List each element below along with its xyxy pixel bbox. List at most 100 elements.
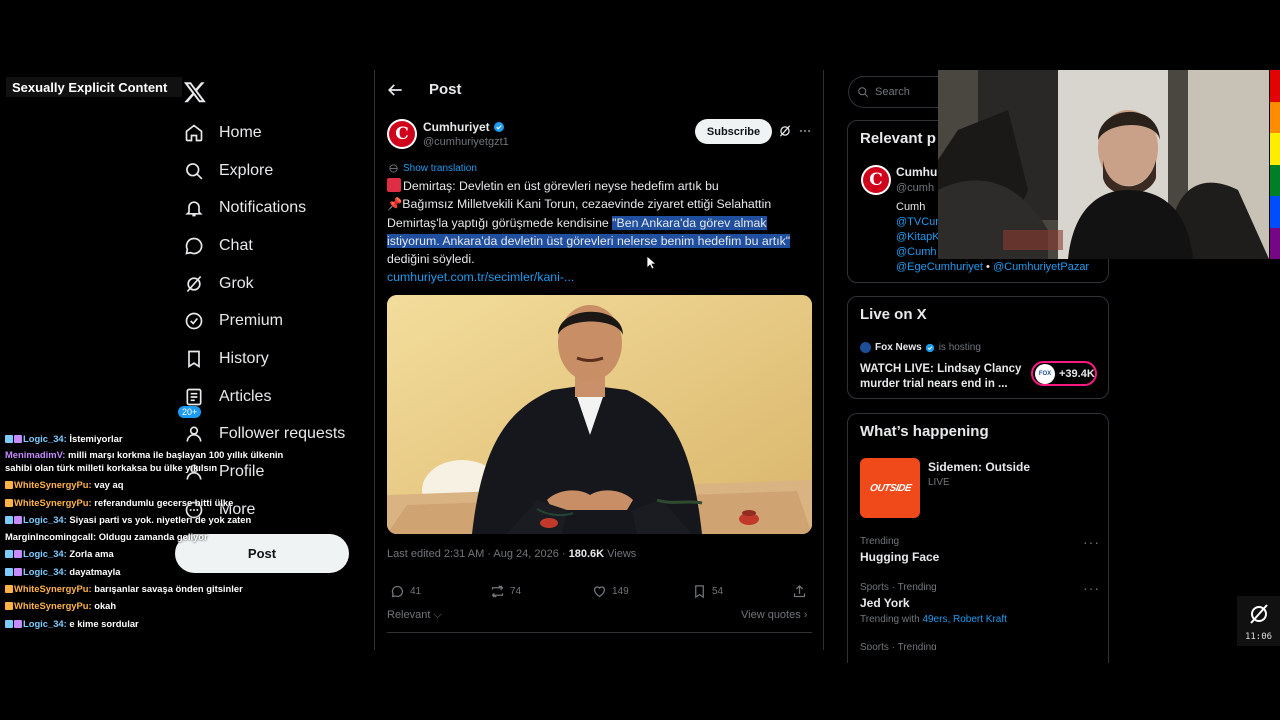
like-count: 149 xyxy=(612,586,629,597)
page-title: Post xyxy=(429,81,462,98)
tweet-photo[interactable] xyxy=(387,295,812,534)
back-arrow-icon[interactable] xyxy=(385,80,405,100)
trend-name[interactable]: Jed York xyxy=(860,596,910,610)
tweet-link[interactable]: cumhuriyet.com.tr/secimler/kani-... xyxy=(387,270,574,284)
repost-button[interactable]: 74 xyxy=(490,584,521,599)
live-count: +39.4K xyxy=(1059,367,1095,380)
content-warning-label: Sexually Explicit Content xyxy=(6,77,182,97)
chat-icon xyxy=(185,237,203,255)
reply-sort-label: Relevant xyxy=(387,609,431,621)
follower-requests-badge: 20+ xyxy=(178,405,202,418)
chat-message: Logic_34: Siyasi parti vs yok. niyetleri… xyxy=(5,511,290,528)
live-host-row[interactable]: Fox News is hosting xyxy=(860,342,981,353)
bookmark-button[interactable]: 54 xyxy=(692,584,723,599)
chat-message: WhiteSynergyPu: barışanlar savaşa önden … xyxy=(5,580,290,597)
search-input[interactable]: Search xyxy=(848,76,942,108)
badge-icon xyxy=(5,515,13,524)
chat-text: dayatmayla xyxy=(69,565,121,577)
like-button[interactable]: 149 xyxy=(592,584,629,599)
photo-illustration xyxy=(387,295,812,534)
tweet-line-1: Demirtaş: Devletin en üst görevleri neys… xyxy=(403,179,719,193)
show-translation-link[interactable]: Show translation xyxy=(388,163,477,174)
fox-news-icon: FOX xyxy=(1035,363,1055,384)
column-divider xyxy=(823,70,824,650)
badge-icon xyxy=(14,619,22,628)
nav-label: Explore xyxy=(219,161,274,179)
nav-chat[interactable]: Chat xyxy=(176,227,366,265)
tweet-text: Demirtaş: Devletin en üst görevleri neys… xyxy=(387,177,807,287)
event-thumbnail-text: OUTSIDE xyxy=(868,482,912,494)
reply-button[interactable]: 41 xyxy=(390,584,421,599)
trend-more-icon[interactable]: ··· xyxy=(1083,580,1100,596)
reply-sort-dropdown[interactable]: Relevant ⌵ xyxy=(387,609,442,622)
live-headline[interactable]: WATCH LIVE: Lindsay Clancy murder trial … xyxy=(860,362,1030,391)
relevant-avatar[interactable]: C xyxy=(861,165,891,195)
nav-explore[interactable]: Explore xyxy=(176,152,366,190)
live-listener-pill[interactable]: FOX +39.4K xyxy=(1031,361,1097,386)
trend-name[interactable]: Hugging Face xyxy=(860,550,939,564)
bell-icon xyxy=(185,201,203,217)
red-square-emoji xyxy=(387,178,401,192)
whats-happening-title: What’s happening xyxy=(860,423,989,440)
trend-more-icon[interactable]: ··· xyxy=(1083,534,1100,550)
bio-separator: • xyxy=(982,261,993,273)
author-name-wrap[interactable]: Cumhuriyet xyxy=(423,120,505,134)
chevron-down-icon: ⌵ xyxy=(433,609,442,621)
reply-count: 41 xyxy=(410,586,422,597)
relevant-name[interactable]: Cumhur xyxy=(896,165,942,179)
event-title[interactable]: Sidemen: Outside xyxy=(928,460,1030,474)
author-handle[interactable]: @cumhuriyetgzt1 xyxy=(423,136,509,148)
badge-icon xyxy=(14,567,22,576)
nav-history[interactable]: History xyxy=(176,340,366,378)
chat-user: WhiteSynergyPu: xyxy=(14,479,92,491)
relevant-people-title: Relevant p xyxy=(860,130,936,147)
chat-user: Logic_34: xyxy=(23,433,67,444)
bio-mention[interactable]: @EgeCumhuriyet xyxy=(896,261,983,273)
chat-user: WhiteSynergyPu: xyxy=(14,496,92,508)
nav-grok[interactable]: Grok xyxy=(176,265,366,303)
badge-icon xyxy=(5,619,13,628)
home-icon xyxy=(185,124,203,142)
nav-premium[interactable]: Premium xyxy=(176,302,366,340)
badge-icon xyxy=(14,550,22,559)
bio-mention[interactable]: @CumhuriyetPazar xyxy=(993,261,1089,273)
nav-notifications[interactable]: Notifications xyxy=(176,189,366,227)
share-button[interactable] xyxy=(792,584,812,599)
chat-text: okah xyxy=(94,600,117,612)
trend-related-links[interactable]: 49ers, Robert Kraft xyxy=(922,614,1006,625)
chat-text: Siyasi parti vs yok. niyetleri de yok za… xyxy=(69,513,252,525)
more-options-icon[interactable] xyxy=(798,124,812,138)
badge-icon xyxy=(5,498,13,507)
webcam-image xyxy=(938,70,1269,259)
live-on-x-title: Live on X xyxy=(860,306,927,323)
author-name: Cumhuriyet xyxy=(423,120,490,134)
subscribe-button[interactable]: Subscribe xyxy=(695,119,772,144)
chat-message: Logic_34: e kime sordular xyxy=(5,615,290,632)
repost-icon xyxy=(491,585,504,598)
premium-icon xyxy=(185,312,203,330)
grok-icon xyxy=(186,275,202,292)
chat-text: barışanlar savaşa önden gitsinler xyxy=(94,583,243,595)
repost-count: 74 xyxy=(510,586,522,597)
bookmark-icon xyxy=(695,585,704,599)
chat-text: vay aq xyxy=(94,479,124,491)
chat-message: WhiteSynergyPu: referandumlu gecerse bit… xyxy=(5,494,290,511)
search-icon xyxy=(858,87,869,98)
pride-flag-strip xyxy=(1270,70,1280,259)
translate-icon xyxy=(389,164,398,173)
grok-icon[interactable] xyxy=(778,124,792,138)
nav-home[interactable]: Home xyxy=(176,114,366,152)
view-quotes-link[interactable]: View quotes › xyxy=(741,609,807,621)
badge-icon xyxy=(5,602,13,611)
badge-icon xyxy=(5,550,13,559)
nav-label: Articles xyxy=(219,387,272,405)
author-avatar[interactable]: C xyxy=(387,119,417,149)
badge-icon xyxy=(5,435,13,443)
relevant-handle: @cumh xyxy=(896,182,935,194)
x-logo-icon[interactable] xyxy=(183,80,207,104)
nav-label: Grok xyxy=(219,274,254,292)
chat-text: İstemiyorlar xyxy=(69,433,123,444)
chat-text: referandumlu gecerse bitti ülke xyxy=(94,496,234,508)
nav-articles[interactable]: Articles xyxy=(176,378,366,416)
event-thumbnail[interactable]: OUTSIDE xyxy=(860,458,920,518)
